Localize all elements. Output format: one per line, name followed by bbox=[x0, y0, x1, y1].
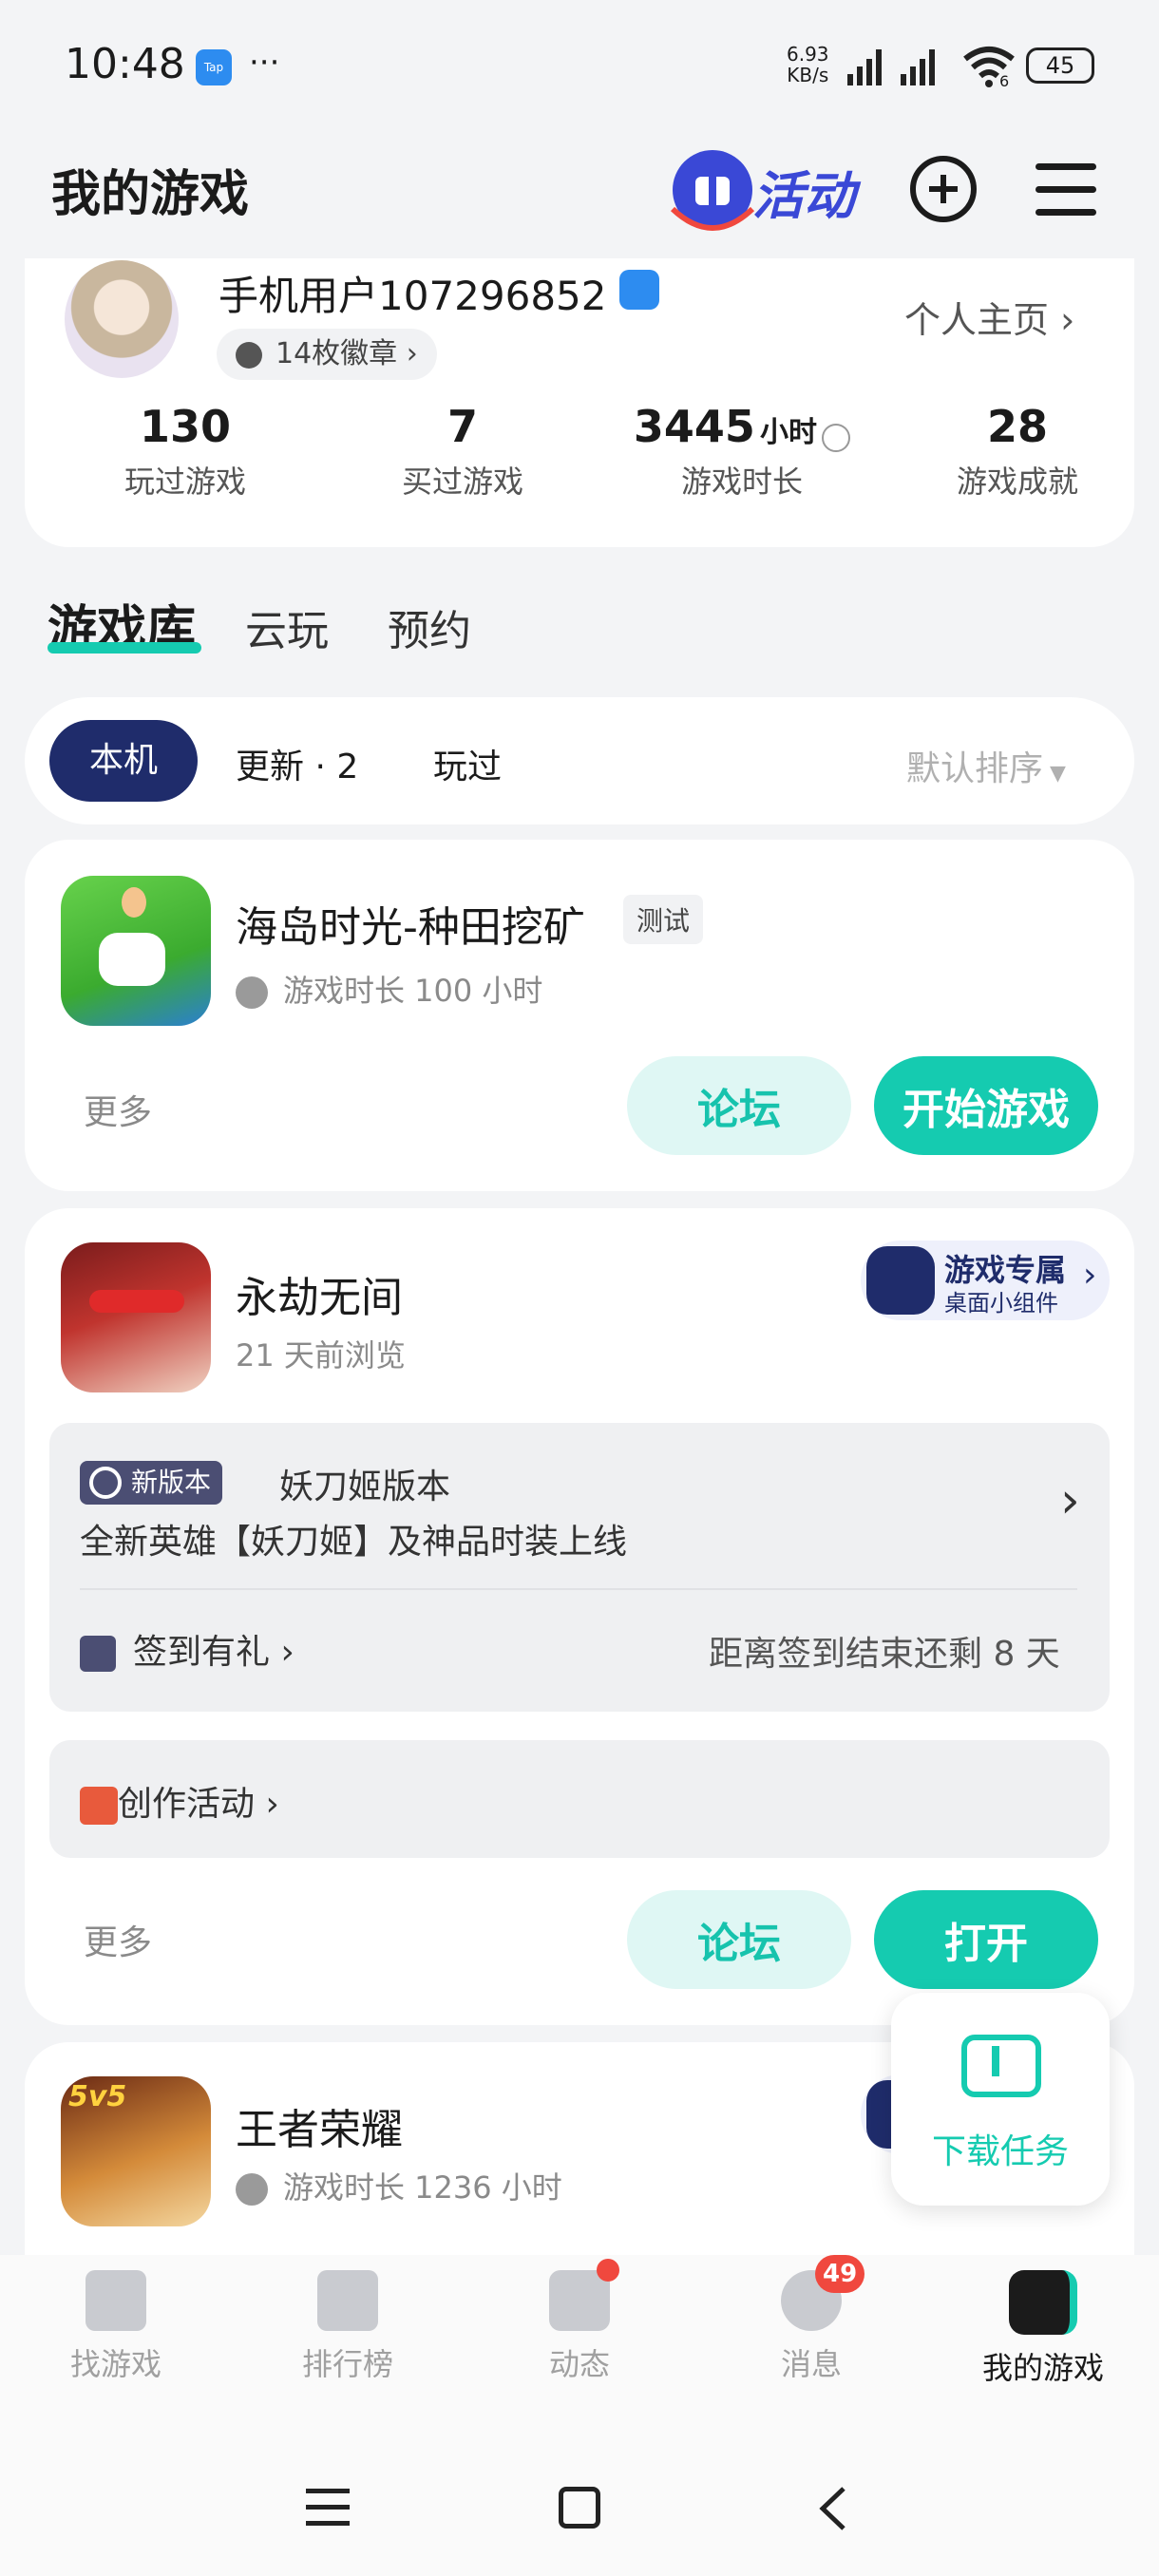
menu-button[interactable] bbox=[1036, 163, 1096, 217]
forum-button[interactable]: 论坛 bbox=[627, 1056, 851, 1155]
avatar[interactable] bbox=[65, 260, 179, 378]
activity-button[interactable]: 活动 bbox=[665, 139, 864, 234]
menu-icon bbox=[306, 2489, 350, 2493]
game-icon[interactable] bbox=[61, 876, 211, 1026]
add-button[interactable] bbox=[910, 156, 977, 222]
my-games-icon bbox=[1009, 2270, 1077, 2335]
activity-gift-icon bbox=[670, 150, 755, 231]
taptap-notification-icon: Tap bbox=[196, 49, 232, 85]
system-nav bbox=[0, 2451, 1159, 2555]
download-task-button[interactable]: 下载任务 bbox=[891, 1993, 1110, 2206]
game-icon[interactable]: 5v5 bbox=[61, 2076, 211, 2226]
page-title: 我的游戏 bbox=[51, 166, 250, 223]
divider bbox=[80, 1588, 1077, 1590]
signin-remaining: 距离签到结束还剩 8 天 bbox=[709, 1635, 1060, 1674]
caret-down-icon: ▼ bbox=[1043, 762, 1066, 786]
message-count-badge: 49 bbox=[815, 2255, 865, 2293]
back-button[interactable] bbox=[815, 2485, 853, 2532]
playtime-row: 游戏时长 100 小时 bbox=[236, 967, 542, 1011]
app-header: 我的游戏 活动 bbox=[0, 133, 1159, 256]
more-button[interactable]: 更多 bbox=[84, 1915, 152, 1964]
badges-chip[interactable]: 14枚徽章 › bbox=[217, 329, 437, 380]
find-games-icon bbox=[86, 2270, 146, 2331]
nav-my-games[interactable]: 我的游戏 bbox=[958, 2270, 1129, 2388]
username: 手机用户107296852 bbox=[218, 273, 607, 319]
tab-library[interactable]: 游戏库 bbox=[48, 589, 201, 660]
game-icon[interactable] bbox=[61, 1242, 211, 1392]
version-panel[interactable]: 新版本 妖刀姬版本 全新英雄【妖刀姬】及神品时装上线 › 签到有礼 › 距离签到… bbox=[49, 1423, 1110, 1712]
gift-icon bbox=[80, 1636, 116, 1672]
verified-gamer-icon bbox=[619, 270, 659, 310]
rankings-icon bbox=[317, 2270, 378, 2331]
stat-played[interactable]: 130 玩过游戏 bbox=[76, 401, 294, 502]
stat-bought[interactable]: 7 买过游戏 bbox=[353, 401, 572, 502]
chevron-right-icon: › bbox=[1083, 1256, 1097, 1295]
info-icon[interactable] bbox=[822, 423, 851, 452]
game-card: 永劫无间 21 天前浏览 游戏专属 桌面小组件 › 新版本 妖刀姬版本 全新英雄… bbox=[25, 1208, 1134, 2025]
download-label: 下载任务 bbox=[931, 2132, 1069, 2171]
widget-button[interactable]: 游戏专属 桌面小组件 › bbox=[861, 1241, 1110, 1320]
status-time: 10:48 bbox=[65, 40, 185, 88]
game-title[interactable]: 永劫无间 bbox=[236, 1263, 403, 1324]
nav-find-games[interactable]: 找游戏 bbox=[30, 2270, 201, 2384]
sort-dropdown[interactable]: 默认排序 ▼ bbox=[906, 741, 1066, 790]
filter-bar: 本机 更新 · 2 玩过 默认排序 ▼ bbox=[25, 697, 1134, 824]
battery-icon: 45 bbox=[1026, 47, 1094, 84]
game-title[interactable]: 王者荣耀 bbox=[236, 2095, 403, 2156]
signin-link[interactable]: 签到有礼 › bbox=[80, 1624, 294, 1674]
home-button[interactable] bbox=[559, 2487, 600, 2529]
status-bar: 10:48 Tap ··· 6.93 KB/s 6 45 bbox=[0, 0, 1159, 133]
message-icon: 49 bbox=[781, 2255, 865, 2331]
refresh-icon bbox=[89, 1467, 122, 1499]
chevron-right-icon: › bbox=[1049, 299, 1075, 341]
start-game-button[interactable]: 开始游戏 bbox=[874, 1056, 1098, 1155]
chevron-right-icon[interactable]: › bbox=[1060, 1472, 1080, 1529]
stopwatch-icon bbox=[236, 2173, 268, 2206]
hamburger-icon bbox=[1036, 163, 1096, 170]
chevron-right-icon: › bbox=[270, 1633, 294, 1672]
playtime-row: 游戏时长 1236 小时 bbox=[236, 2164, 562, 2207]
chevron-right-icon: › bbox=[397, 337, 418, 370]
activity-label: 活动 bbox=[752, 166, 855, 226]
unread-dot bbox=[597, 2259, 619, 2282]
tab-cloud-play[interactable]: 云玩 bbox=[245, 597, 329, 657]
tab-underline bbox=[48, 642, 201, 653]
chip-played[interactable]: 玩过 bbox=[433, 739, 502, 788]
new-version-badge: 新版本 bbox=[80, 1461, 223, 1505]
nav-messages[interactable]: 49 消息 bbox=[726, 2255, 897, 2384]
profile-card: 手机用户107296852 14枚徽章 › 个人主页 › 130 玩过游戏 7 … bbox=[25, 258, 1134, 547]
library-tabs: 游戏库 云玩 预约 bbox=[0, 589, 1159, 665]
chip-updates[interactable]: 更新 · 2 bbox=[236, 739, 358, 788]
nav-rankings[interactable]: 排行榜 bbox=[262, 2270, 433, 2384]
open-game-button[interactable]: 打开 bbox=[874, 1890, 1098, 1989]
more-button[interactable]: 更多 bbox=[84, 1085, 152, 1134]
recent-apps-button[interactable] bbox=[306, 2489, 350, 2527]
stat-achievements[interactable]: 28 游戏成就 bbox=[908, 401, 1127, 502]
download-icon bbox=[961, 2035, 1041, 2097]
game-card: 海岛时光-种田挖矿 测试 游戏时长 100 小时 更多 论坛 开始游戏 bbox=[25, 840, 1134, 1191]
version-desc: 全新英雄【妖刀姬】及神品时装上线 bbox=[80, 1523, 628, 1562]
more-notifications-icon: ··· bbox=[249, 44, 280, 82]
forum-button[interactable]: 论坛 bbox=[627, 1890, 851, 1989]
net-speed: 6.93 KB/s bbox=[787, 43, 829, 86]
creation-activity[interactable]: 创作活动 › bbox=[49, 1740, 1110, 1858]
back-arrow-icon bbox=[819, 2487, 846, 2530]
homepage-link[interactable]: 个人主页 › bbox=[904, 291, 1074, 343]
test-tag: 测试 bbox=[623, 895, 704, 944]
tab-reservations[interactable]: 预约 bbox=[388, 597, 471, 657]
stat-playtime[interactable]: 3445 小时 游戏时长 bbox=[595, 401, 889, 502]
version-title: 妖刀姬版本 bbox=[279, 1468, 451, 1506]
feed-icon bbox=[549, 2259, 619, 2331]
badge-icon bbox=[236, 342, 262, 369]
nav-feed[interactable]: 动态 bbox=[494, 2259, 665, 2384]
gift-box-icon bbox=[80, 1787, 118, 1825]
wifi-sub: 6 bbox=[999, 72, 1010, 90]
stopwatch-icon bbox=[236, 976, 268, 1009]
chevron-right-icon: › bbox=[255, 1785, 279, 1824]
last-viewed: 21 天前浏览 bbox=[236, 1337, 406, 1373]
signal-icon bbox=[847, 49, 935, 85]
gamepad-icon bbox=[866, 1246, 935, 1315]
game-title[interactable]: 海岛时光-种田挖矿 bbox=[236, 893, 585, 954]
chip-local[interactable]: 本机 bbox=[49, 720, 198, 802]
